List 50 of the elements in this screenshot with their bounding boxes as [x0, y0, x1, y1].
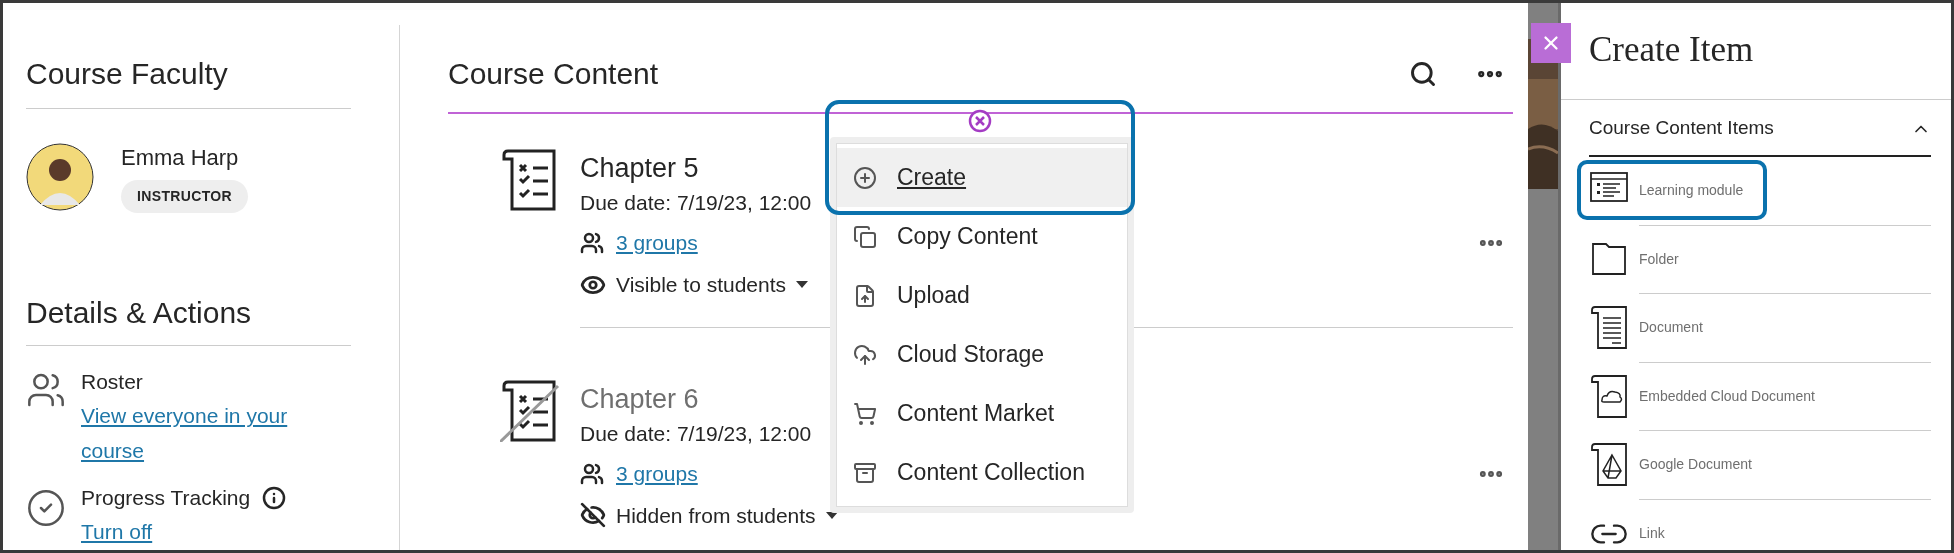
groups-icon — [580, 231, 604, 255]
item-type-option[interactable]: Link — [1589, 499, 1931, 550]
check-circle-icon — [26, 488, 66, 528]
upload-icon — [853, 283, 877, 308]
close-circle-icon[interactable] — [968, 109, 992, 133]
groups-link[interactable]: 3 groups — [616, 227, 698, 259]
action-link[interactable]: View everyone in your course — [81, 398, 341, 468]
avatar — [26, 143, 94, 211]
hidden-checklist-icon — [500, 379, 562, 442]
due-date: Due date: 7/19/23, 12:00 — [580, 190, 812, 216]
cloud-document-icon — [1589, 374, 1629, 419]
close-button[interactable] — [1531, 23, 1571, 63]
action-title: Progress Tracking — [81, 485, 251, 511]
info-icon — [262, 486, 287, 510]
cloud-icon — [853, 342, 877, 367]
action-link[interactable]: Turn off — [81, 514, 341, 549]
item-title[interactable]: Chapter 5 — [580, 149, 699, 187]
groups-icon — [580, 461, 604, 486]
menu-item[interactable]: Content Collection — [837, 443, 1127, 502]
panel-title: Create Item — [1561, 3, 1951, 100]
instructor-name: Emma Harp — [121, 144, 239, 172]
visibility-dropdown[interactable]: Hidden from students — [580, 499, 838, 531]
item-type-option[interactable]: Embedded Cloud Document — [1589, 362, 1931, 431]
section-title: Course Faculty — [26, 56, 229, 92]
plus-circle-icon — [853, 165, 877, 190]
document-icon — [1589, 306, 1629, 351]
menu-item[interactable]: Create — [837, 148, 1127, 207]
item-type-option[interactable]: Document — [1589, 294, 1931, 363]
menu-item[interactable]: Content Market — [837, 384, 1127, 443]
menu-item[interactable]: Cloud Storage — [837, 325, 1127, 384]
eye-off-icon — [580, 502, 606, 529]
cart-icon — [853, 401, 877, 426]
menu-item[interactable]: Upload — [837, 266, 1127, 325]
copy-icon — [853, 224, 877, 249]
section-title: Details & Actions — [26, 295, 253, 331]
archive-icon — [853, 460, 877, 485]
item-type-option[interactable]: Google Document — [1589, 431, 1931, 500]
section-header[interactable]: Course Content Items — [1589, 102, 1931, 157]
item-type-option[interactable]: Learning module — [1589, 157, 1931, 226]
item-title[interactable]: Chapter 6 — [580, 379, 699, 418]
menu-item[interactable]: Copy Content — [837, 207, 1127, 266]
role-badge: INSTRUCTOR — [121, 180, 249, 213]
search-icon[interactable] — [1409, 60, 1437, 88]
item-type-option[interactable]: Folder — [1589, 225, 1931, 294]
caret-icon — [796, 281, 809, 289]
groups-link[interactable]: 3 groups — [616, 457, 698, 490]
page-title: Course Content — [448, 56, 660, 92]
due-date: Due date: 7/19/23, 12:00 — [580, 420, 812, 447]
visibility-dropdown[interactable]: Visible to students — [580, 269, 809, 301]
action-title: Roster — [81, 369, 143, 395]
